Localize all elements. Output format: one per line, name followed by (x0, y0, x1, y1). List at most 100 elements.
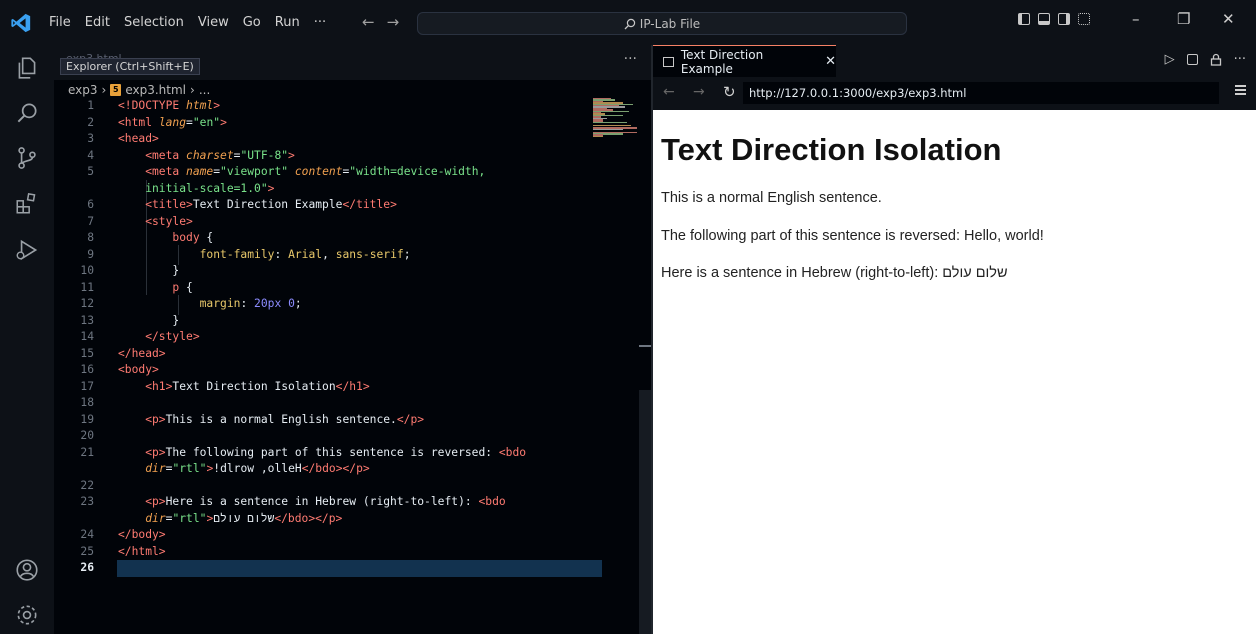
line-number: 8 (87, 231, 94, 244)
code-line[interactable]: 4 <meta charset="UTF-8"> (54, 148, 594, 165)
code-line[interactable]: 17 <h1>Text Direction Isolation</h1> (54, 379, 594, 396)
split-editor-icon[interactable] (1186, 54, 1198, 65)
code-token: </bdo></p> (274, 511, 343, 525)
line-number: 5 (87, 165, 94, 178)
line-number: 4 (87, 148, 94, 162)
menu-selection[interactable]: Selection (117, 15, 191, 30)
code-line[interactable]: 20 (54, 428, 594, 445)
code-line[interactable]: 16 <body> (54, 362, 594, 379)
menu-view[interactable]: View (191, 15, 236, 30)
run-debug-icon[interactable] (14, 237, 40, 263)
code-line[interactable]: 2 <html lang="en"> (54, 115, 594, 132)
code-editor[interactable]: 1 <!DOCTYPE html> 2 <html lang="en"> 3 <head>… (54, 98, 594, 577)
accounts-icon[interactable] (14, 557, 40, 583)
restore-icon[interactable]: ❐ (1177, 10, 1190, 28)
toggle-primary-sidebar-icon[interactable] (1018, 13, 1030, 25)
extensions-icon[interactable] (14, 190, 40, 216)
code-line[interactable]: 13 } (54, 313, 594, 330)
toggle-secondary-sidebar-icon[interactable] (1058, 13, 1070, 25)
close-window-icon[interactable]: ✕ (1222, 10, 1235, 28)
code-line[interactable]: 12 margin: 20px 0; (54, 296, 594, 313)
browser-menu-icon[interactable] (1235, 85, 1246, 97)
menu-edit[interactable]: Edit (78, 15, 117, 30)
code-token: > (220, 115, 227, 129)
code-line[interactable]: dir="rtl">!dlrow ,olleH</bdo></p> (54, 461, 594, 478)
minimize-icon[interactable]: – (1132, 10, 1140, 28)
breadcrumb-symbols[interactable]: ... (199, 83, 210, 97)
code-line[interactable]: 24 </body> (54, 527, 594, 544)
more-actions-icon[interactable]: ··· (1234, 52, 1246, 67)
gear-icon[interactable] (14, 602, 40, 628)
code-line[interactable]: 18 (54, 395, 594, 412)
code-text: font-family: Arial, sans-serif; (118, 247, 411, 264)
back-arrow-icon[interactable]: ← (362, 13, 387, 31)
code-line[interactable]: 1 <!DOCTYPE html> (54, 98, 594, 115)
code-line[interactable]: 26 (54, 560, 594, 577)
code-line[interactable]: 14 </style> (54, 329, 594, 346)
code-line[interactable]: 19 <p>This is a normal English sentence.… (54, 412, 594, 429)
code-line[interactable]: 7 <style> (54, 214, 594, 231)
lock-icon[interactable] (1210, 53, 1222, 66)
code-line[interactable]: 6 <title>Text Direction Example</title> (54, 197, 594, 214)
code-line[interactable]: 15 </head> (54, 346, 594, 363)
line-number: 11 (80, 280, 94, 294)
code-text: } (118, 313, 179, 330)
code-line[interactable]: 8 body { (54, 230, 594, 247)
code-line[interactable]: 5 <meta name="viewport" content="width=d… (54, 164, 594, 181)
code-line[interactable]: dir="rtl">שלום עולם</bdo></p> (54, 511, 594, 528)
minimap[interactable] (589, 98, 639, 138)
code-line[interactable]: 25 </html> (54, 544, 594, 561)
reload-icon[interactable]: ↻ (723, 83, 736, 101)
vscode-logo-icon[interactable] (10, 12, 32, 34)
editor-scrollbar[interactable] (639, 390, 651, 634)
code-token: <meta (118, 148, 187, 162)
code-token: "en" (192, 115, 221, 129)
explorer-tooltip: Explorer (Ctrl+Shift+E) (60, 58, 200, 75)
code-text: </html> (118, 544, 166, 561)
code-line[interactable]: initial-scale=1.0"> (54, 181, 594, 198)
code-token: <meta (118, 165, 187, 178)
code-line[interactable]: 9 font-family: Arial, sans-serif; (54, 247, 594, 264)
code-text: </body> (118, 527, 166, 544)
forward-arrow-icon[interactable]: → (387, 13, 412, 31)
search-view-icon[interactable] (14, 100, 40, 126)
customize-layout-icon[interactable] (1078, 13, 1090, 25)
browser-forward-icon[interactable]: → (693, 84, 705, 100)
close-icon[interactable]: ✕ (825, 54, 836, 69)
code-token: ; (294, 297, 302, 310)
menu-go[interactable]: Go (236, 15, 268, 30)
code-text: margin: 20px 0; (118, 296, 302, 313)
code-line[interactable]: 21 <p>The following part of this sentenc… (54, 445, 594, 462)
explorer-icon[interactable] (14, 55, 40, 81)
code-line[interactable]: 11 p { (54, 280, 594, 297)
line-number: 14 (80, 330, 94, 343)
code-line[interactable]: 22 (54, 478, 594, 495)
menu-more[interactable]: ··· (307, 15, 333, 30)
editor-more-actions[interactable]: ··· (624, 51, 637, 67)
code-token: margin (199, 297, 241, 310)
run-icon[interactable]: ▷ (1165, 52, 1175, 67)
source-control-icon[interactable] (14, 145, 40, 171)
code-line[interactable]: 23 <p>Here is a sentence in Hebrew (righ… (54, 494, 594, 511)
breadcrumb-file[interactable]: exp3.html (125, 83, 186, 97)
code-token: 0 (288, 297, 295, 310)
code-token: "rtl" (172, 462, 207, 475)
line-number: 19 (80, 412, 94, 426)
breadcrumb-folder[interactable]: exp3 (68, 83, 98, 97)
code-token: <bdo (498, 445, 527, 459)
rendered-page: Text Direction Isolation This is a norma… (653, 110, 1256, 634)
browser-back-icon[interactable]: ← (663, 84, 675, 100)
menu-file[interactable]: File (42, 15, 78, 30)
minimap-line (593, 124, 631, 127)
menu-run[interactable]: Run (268, 15, 307, 30)
code-token: > (213, 99, 221, 112)
code-text: initial-scale=1.0"> (118, 181, 274, 198)
code-line[interactable]: 3 <head> (54, 131, 594, 148)
command-center-search[interactable]: IP-Lab File (417, 12, 907, 35)
address-input[interactable]: http://127.0.0.1:3000/exp3/exp3.html (743, 82, 1219, 104)
browser-tab[interactable]: Text Direction Example ✕ (653, 45, 836, 77)
toggle-panel-icon[interactable] (1038, 13, 1050, 25)
code-token: } (118, 313, 180, 327)
code-line[interactable]: 10 } (54, 263, 594, 280)
